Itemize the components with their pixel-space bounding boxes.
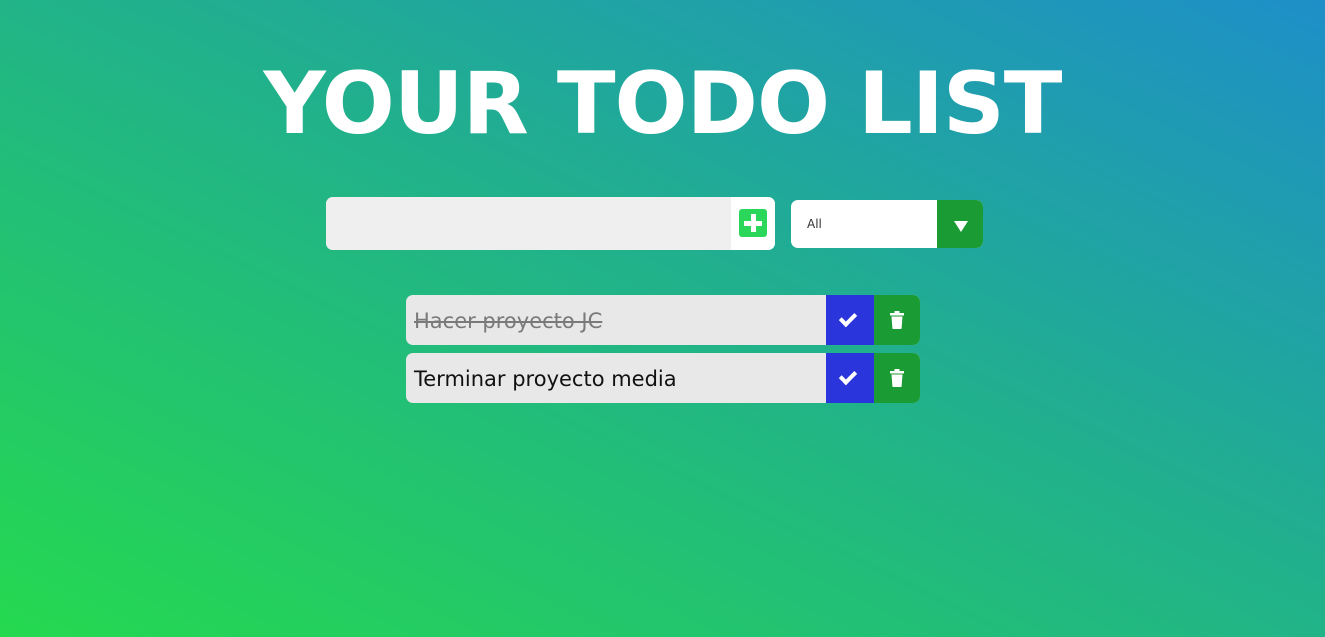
chevron-down-icon (954, 221, 968, 232)
complete-button[interactable] (826, 353, 874, 403)
todo-input[interactable] (326, 197, 731, 250)
filter-select[interactable]: All (791, 200, 983, 248)
filter-selected-value: All (807, 217, 822, 231)
todo-list: Hacer proyecto JC Terminar proyecto medi… (406, 295, 920, 411)
check-icon (838, 366, 858, 386)
filter-dropdown-arrow[interactable] (937, 200, 983, 248)
plus-square-icon (739, 209, 767, 237)
trash-icon (890, 311, 904, 329)
todo-item: Terminar proyecto media (406, 353, 920, 403)
check-icon (838, 308, 858, 328)
todo-item: Hacer proyecto JC (406, 295, 920, 345)
page-title: YOUR TODO LIST (263, 54, 1063, 154)
complete-button[interactable] (826, 295, 874, 345)
delete-button[interactable] (874, 295, 920, 345)
add-todo-form (326, 197, 775, 250)
add-todo-button[interactable] (731, 197, 775, 250)
todo-text: Terminar proyecto media (414, 367, 677, 391)
todo-text: Hacer proyecto JC (414, 309, 603, 333)
trash-icon (890, 369, 904, 387)
delete-button[interactable] (874, 353, 920, 403)
